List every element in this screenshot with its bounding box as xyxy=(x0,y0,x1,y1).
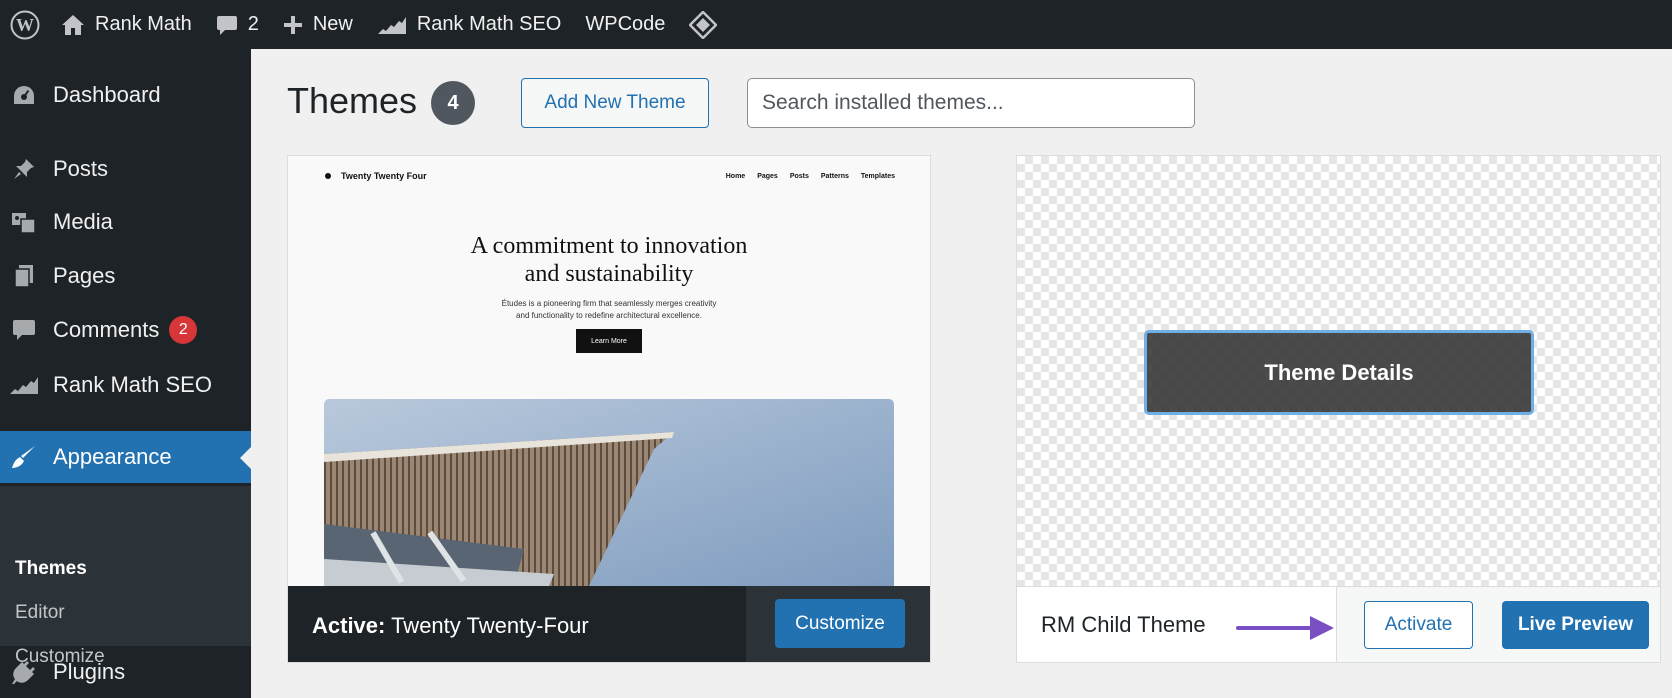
sidebar-item-appearance[interactable]: Appearance xyxy=(0,431,251,483)
theme-footer-active: Active: Twenty Twenty-Four Customize xyxy=(288,586,930,662)
rankmath-icon xyxy=(9,374,39,396)
preview-heading-line: A commitment to innovation xyxy=(470,233,748,259)
theme-name-rm-child: RM Child Theme xyxy=(1041,612,1206,637)
pushpin-icon xyxy=(9,157,39,181)
new-label: New xyxy=(312,13,353,35)
page-title: Themes xyxy=(287,80,418,121)
active-theme-name: Active: Twenty Twenty-Four xyxy=(312,613,589,639)
preview-heading: A commitment to innovation and sustainab… xyxy=(288,232,930,288)
sidebar-label-dashboard: Dashboard xyxy=(53,82,161,107)
sidebar-item-posts[interactable]: Posts xyxy=(0,143,251,195)
submenu-item-themes[interactable]: Themes xyxy=(15,558,87,580)
home-icon xyxy=(62,14,84,35)
activate-button[interactable]: Activate xyxy=(1364,601,1473,649)
sidebar-item-media[interactable]: Media xyxy=(0,196,251,248)
adminbar-diamond-menu[interactable] xyxy=(677,0,729,49)
adminbar-site-name[interactable]: Rank Math xyxy=(49,0,204,49)
preview-nav-links: Home Pages Posts Patterns Templates xyxy=(726,173,895,180)
sidebar-item-plugins[interactable]: Plugins xyxy=(0,646,251,698)
preview-site-logo-icon xyxy=(325,173,331,179)
theme-screenshot-placeholder[interactable]: Theme Details xyxy=(1017,156,1660,586)
submenu-item-editor[interactable]: Editor xyxy=(15,602,65,624)
sidebar-label-comments: Comments xyxy=(53,317,160,342)
sidebar-label-posts: Posts xyxy=(53,156,109,181)
preview-body-text: Études is a pioneering firm that seamles… xyxy=(288,298,930,322)
adminbar-new[interactable]: New xyxy=(271,0,365,49)
add-new-theme-button[interactable]: Add New Theme xyxy=(521,78,709,128)
rm-child-theme-actions: Activate Live Preview xyxy=(1336,587,1660,662)
theme-card-rm-child[interactable]: Theme Details RM Child Theme Activate Li… xyxy=(1016,155,1661,663)
adminbar-comments[interactable]: 2 xyxy=(204,0,271,49)
active-theme-actions: Customize xyxy=(746,586,930,662)
sidebar-item-comments[interactable]: Comments 2 xyxy=(0,304,251,356)
sidebar-label-plugins: Plugins xyxy=(53,659,126,684)
customize-button[interactable]: Customize xyxy=(775,599,905,648)
site-name-label: Rank Math xyxy=(95,13,192,35)
preview-nav-item: Pages xyxy=(757,172,778,180)
rankmath-label: Rank Math SEO xyxy=(416,13,562,35)
appearance-submenu: Themes Editor Customize xyxy=(0,486,251,667)
preview-architecture-photo xyxy=(324,399,894,586)
diamond-logo-icon xyxy=(689,10,718,39)
wordpress-icon: W xyxy=(10,10,39,39)
sidebar-item-rankmath[interactable]: Rank Math SEO xyxy=(0,359,251,411)
preview-site-title-wrap: Twenty Twenty Four xyxy=(325,171,427,181)
preview-nav-item: Templates xyxy=(860,172,895,180)
admin-bar: W Rank Math 2 New Rank Math SEO WPCode xyxy=(0,0,1672,49)
theme-screenshot-twenty-twenty-four[interactable]: Twenty Twenty Four Home Pages Posts Patt… xyxy=(288,156,930,586)
sidebar-label-pages: Pages xyxy=(53,263,116,288)
search-themes-input[interactable] xyxy=(747,78,1195,128)
adminbar-wpcode[interactable]: WPCode xyxy=(573,0,677,49)
rankmath-icon xyxy=(377,16,406,34)
wpcode-label: WPCode xyxy=(585,13,666,35)
svg-text:W: W xyxy=(16,15,34,35)
paintbrush-icon xyxy=(9,444,39,470)
comments-icon xyxy=(9,318,39,342)
pages-icon xyxy=(9,264,39,288)
adminbar-rankmath[interactable]: Rank Math SEO xyxy=(365,0,574,49)
media-icon xyxy=(9,210,39,234)
preview-learn-more-button: Learn More xyxy=(576,329,642,353)
wordpress-logo-menu[interactable]: W xyxy=(0,0,49,49)
annotation-arrow-icon xyxy=(1236,616,1334,640)
active-prefix: Active: xyxy=(312,613,386,638)
sidebar-item-pages[interactable]: Pages xyxy=(0,250,251,302)
themes-count-badge: 4 xyxy=(431,81,475,125)
preview-site-header: Twenty Twenty Four Home Pages Posts Patt… xyxy=(325,166,895,186)
sidebar-label-rankmath: Rank Math SEO xyxy=(53,372,212,397)
theme-card-active[interactable]: Twenty Twenty Four Home Pages Posts Patt… xyxy=(287,155,931,663)
sidebar-label-appearance: Appearance xyxy=(53,444,172,469)
preview-nav-item: Home xyxy=(725,172,746,180)
theme-footer-rm-child: RM Child Theme Activate Live Preview xyxy=(1017,586,1660,662)
preview-nav-item: Posts xyxy=(789,172,809,180)
admin-sidebar: Dashboard Posts Media Pages Comments 2 R… xyxy=(0,49,251,698)
comments-count-badge: 2 xyxy=(169,316,198,344)
comment-bubble-icon xyxy=(216,15,237,35)
preview-nav-item: Patterns xyxy=(820,172,849,180)
preview-site-title: Twenty Twenty Four xyxy=(341,171,427,181)
sidebar-item-dashboard[interactable]: Dashboard xyxy=(0,69,251,121)
active-theme-title: Twenty Twenty-Four xyxy=(391,613,589,638)
preview-body-line: Études is a pioneering firm that seamles… xyxy=(501,299,717,308)
live-preview-button[interactable]: Live Preview xyxy=(1502,601,1649,649)
plus-icon xyxy=(283,15,302,34)
theme-details-button[interactable]: Theme Details xyxy=(1144,330,1534,415)
plug-icon xyxy=(9,660,39,684)
preview-heading-line: and sustainability xyxy=(524,261,694,287)
sidebar-label-media: Media xyxy=(53,209,113,234)
comments-count-label: 2 xyxy=(247,13,259,35)
dashboard-icon xyxy=(9,84,39,106)
preview-body-line: and functionality to redefine architectu… xyxy=(516,311,702,320)
